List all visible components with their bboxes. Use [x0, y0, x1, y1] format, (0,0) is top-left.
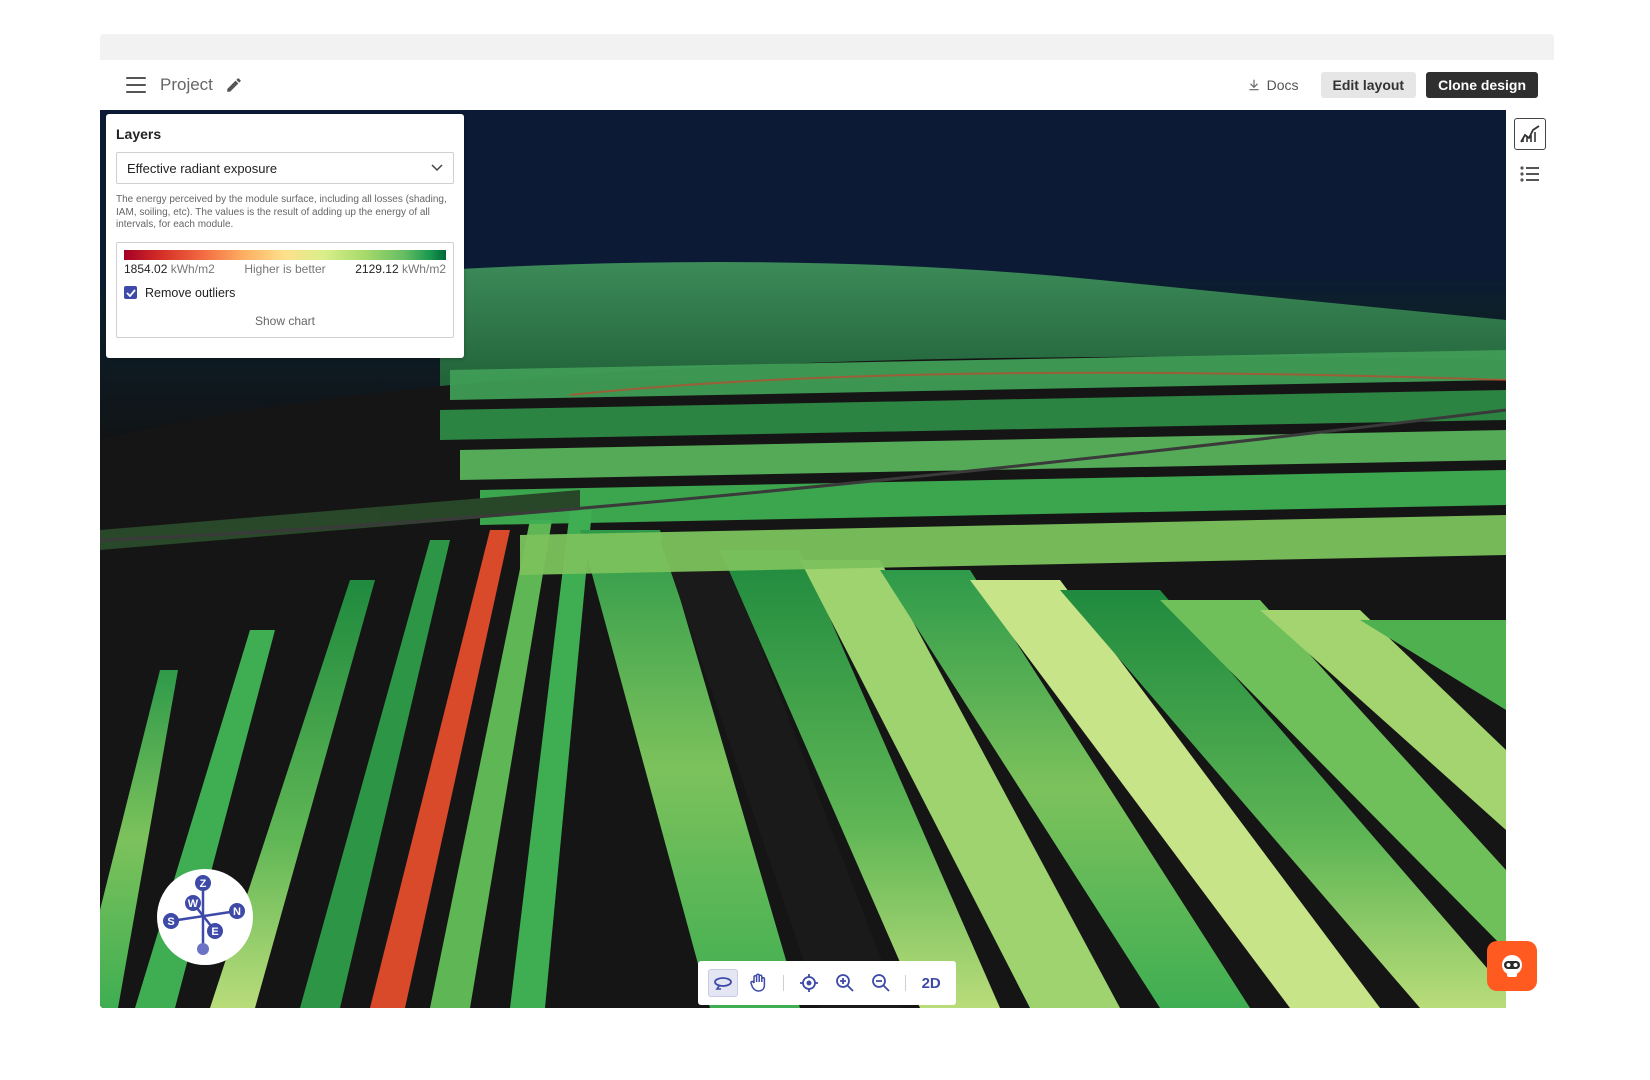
layer-description: The energy perceived by the module surfa… [116, 194, 447, 230]
zoom-out-icon [871, 974, 890, 992]
compass-z-label: Z [200, 878, 207, 890]
target-icon [800, 974, 819, 992]
orbit-icon [713, 977, 732, 990]
color-scale-bar [124, 249, 446, 260]
pan-tool-button[interactable] [744, 969, 774, 997]
right-tool-rail [1506, 110, 1554, 1008]
analytics-chart-button[interactable] [1514, 118, 1546, 150]
zoom-in-button[interactable] [830, 969, 860, 997]
recenter-button[interactable] [794, 969, 824, 997]
checkmark-icon [125, 288, 136, 297]
list-view-button[interactable] [1514, 158, 1546, 190]
zoom-out-button[interactable] [866, 969, 896, 997]
orbit-tool-button[interactable] [708, 969, 738, 997]
docs-link[interactable]: Docs [1247, 77, 1299, 93]
legend-max: 2129.12 kWh/m2 [355, 261, 446, 276]
clone-design-button[interactable]: Clone design [1426, 72, 1538, 98]
compass-w-label: W [188, 898, 199, 910]
zoom-in-icon [835, 974, 854, 992]
view-toolbar: 2D [698, 961, 956, 1005]
compass-n-label: N [233, 906, 241, 918]
remove-outliers-label: Remove outliers [145, 285, 236, 300]
project-title: Project [160, 75, 213, 94]
pencil-edit-icon[interactable] [225, 76, 243, 94]
layer-select-value: Effective radiant exposure [127, 160, 278, 176]
layers-title: Layers [116, 126, 162, 142]
legend-box: 1854.02 kWh/m2 Higher is better 2129.12 … [116, 241, 454, 338]
layer-select-dropdown[interactable]: Effective radiant exposure [116, 152, 454, 184]
pan-hand-icon [749, 973, 765, 992]
compass-e-label: E [211, 926, 218, 938]
chart-icon [1520, 125, 1540, 143]
hamburger-menu-icon[interactable] [126, 77, 146, 93]
support-chat-button[interactable] [1487, 941, 1537, 991]
docs-label: Docs [1266, 77, 1299, 93]
orientation-compass[interactable]: Z W N S E [157, 869, 253, 965]
legend-labels: 1854.02 kWh/m2 Higher is better 2129.12 … [124, 262, 446, 276]
remove-outliers-row: Remove outliers [124, 286, 446, 300]
toolbar-separator [783, 975, 785, 991]
show-chart-link[interactable]: Show chart [124, 314, 446, 328]
compass-gizmo-icon: Z W N S E [163, 875, 245, 955]
layers-panel: Layers Effective radiant exposure The en… [106, 114, 464, 358]
robot-assistant-icon [1502, 955, 1522, 977]
legend-hint: Higher is better [244, 261, 326, 276]
header-bar: Project Docs Edit layout Clone design [100, 60, 1554, 110]
toolbar-separator [905, 975, 907, 991]
toggle-2d-button[interactable]: 2D [916, 969, 946, 997]
chevron-down-icon [431, 164, 443, 172]
window-top-strip [100, 34, 1554, 60]
compass-s-label: S [167, 916, 174, 928]
list-icon [1520, 166, 1539, 182]
download-icon [1248, 79, 1259, 91]
edit-layout-button[interactable]: Edit layout [1320, 72, 1417, 98]
remove-outliers-checkbox[interactable] [124, 286, 137, 299]
legend-min: 1854.02 kWh/m2 [124, 261, 215, 276]
